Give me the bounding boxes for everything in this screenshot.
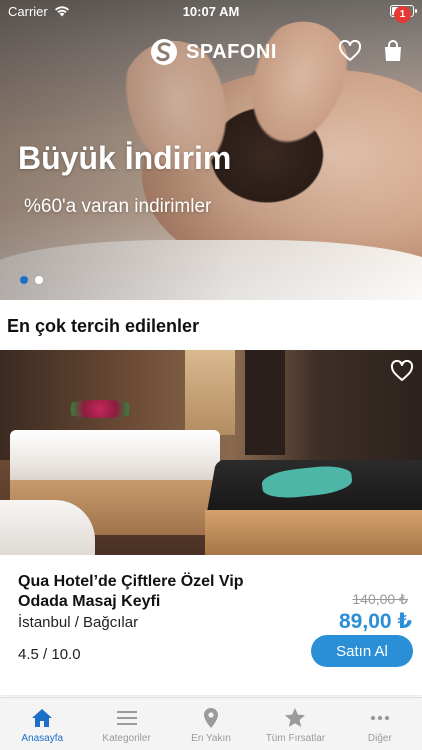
tab-en-yakin[interactable]: En Yakın [169, 698, 253, 750]
carousel-dot-1[interactable] [20, 276, 28, 284]
star-icon [285, 708, 306, 727]
tab-kategoriler[interactable]: Kategoriler [84, 698, 168, 750]
photo-bed-base [205, 510, 422, 555]
deal-new-price: 89,00 ₺ [339, 610, 412, 633]
brand-name: SPAFONI [186, 40, 277, 63]
tab-label: Diğer [367, 733, 392, 744]
location-pin-icon [204, 708, 219, 728]
section-title: En çok tercih edilenler [7, 316, 200, 336]
spafoni-logo-icon [151, 39, 177, 65]
tab-tum-firsatlar[interactable]: Tüm Fırsatlar [253, 698, 337, 750]
deal-image[interactable] [0, 350, 422, 555]
wifi-icon [54, 6, 69, 17]
tab-label: Tüm Fırsatlar [265, 733, 326, 744]
tab-label: En Yakın [191, 733, 231, 744]
photo-door [245, 350, 285, 455]
buy-button[interactable]: Satın Al [311, 635, 413, 667]
deal-title[interactable]: Qua Hotel’de Çiftlere Özel Vip Odada Mas… [18, 572, 288, 612]
tab-bar: Anasayfa Kategoriler En Yakın Tüm Fırsat… [0, 697, 422, 750]
hero-subtitle: %60'a varan indirimler [24, 196, 212, 217]
tab-anasayfa[interactable]: Anasayfa [0, 698, 84, 750]
tab-label: Anasayfa [21, 733, 64, 744]
status-left: Carrier [8, 4, 70, 19]
tab-label: Kategoriler [102, 733, 151, 744]
photo-flowers [60, 400, 140, 418]
carousel-dots[interactable] [20, 276, 43, 284]
photo-panel [185, 350, 235, 435]
deal-rating: 4.5 / 10.0 [18, 646, 81, 663]
favorites-heart-icon[interactable] [338, 40, 362, 62]
top-bar: SPAFONI [0, 30, 422, 74]
status-bar: Carrier 10:07 AM [0, 0, 422, 22]
card-favorite-heart-icon[interactable] [390, 360, 414, 382]
cart-count-badge: 1 [394, 6, 411, 23]
brand-logo[interactable]: SPAFONI [150, 38, 277, 66]
carrier-label: Carrier [8, 3, 48, 19]
deal-card[interactable]: Qua Hotel’de Çiftlere Özel Vip Odada Mas… [0, 350, 422, 695]
carousel-dot-2[interactable] [35, 276, 43, 284]
hero-title: Büyük İndirim [18, 140, 232, 176]
tab-diger[interactable]: Diğer [338, 698, 422, 750]
shopping-bag-icon[interactable] [380, 38, 406, 64]
deal-old-price: 140,00 ₺ [352, 591, 408, 607]
list-icon [116, 711, 137, 725]
more-icon [370, 715, 390, 721]
home-icon [32, 709, 53, 727]
deal-location: İstanbul / Bağcılar [18, 614, 139, 631]
